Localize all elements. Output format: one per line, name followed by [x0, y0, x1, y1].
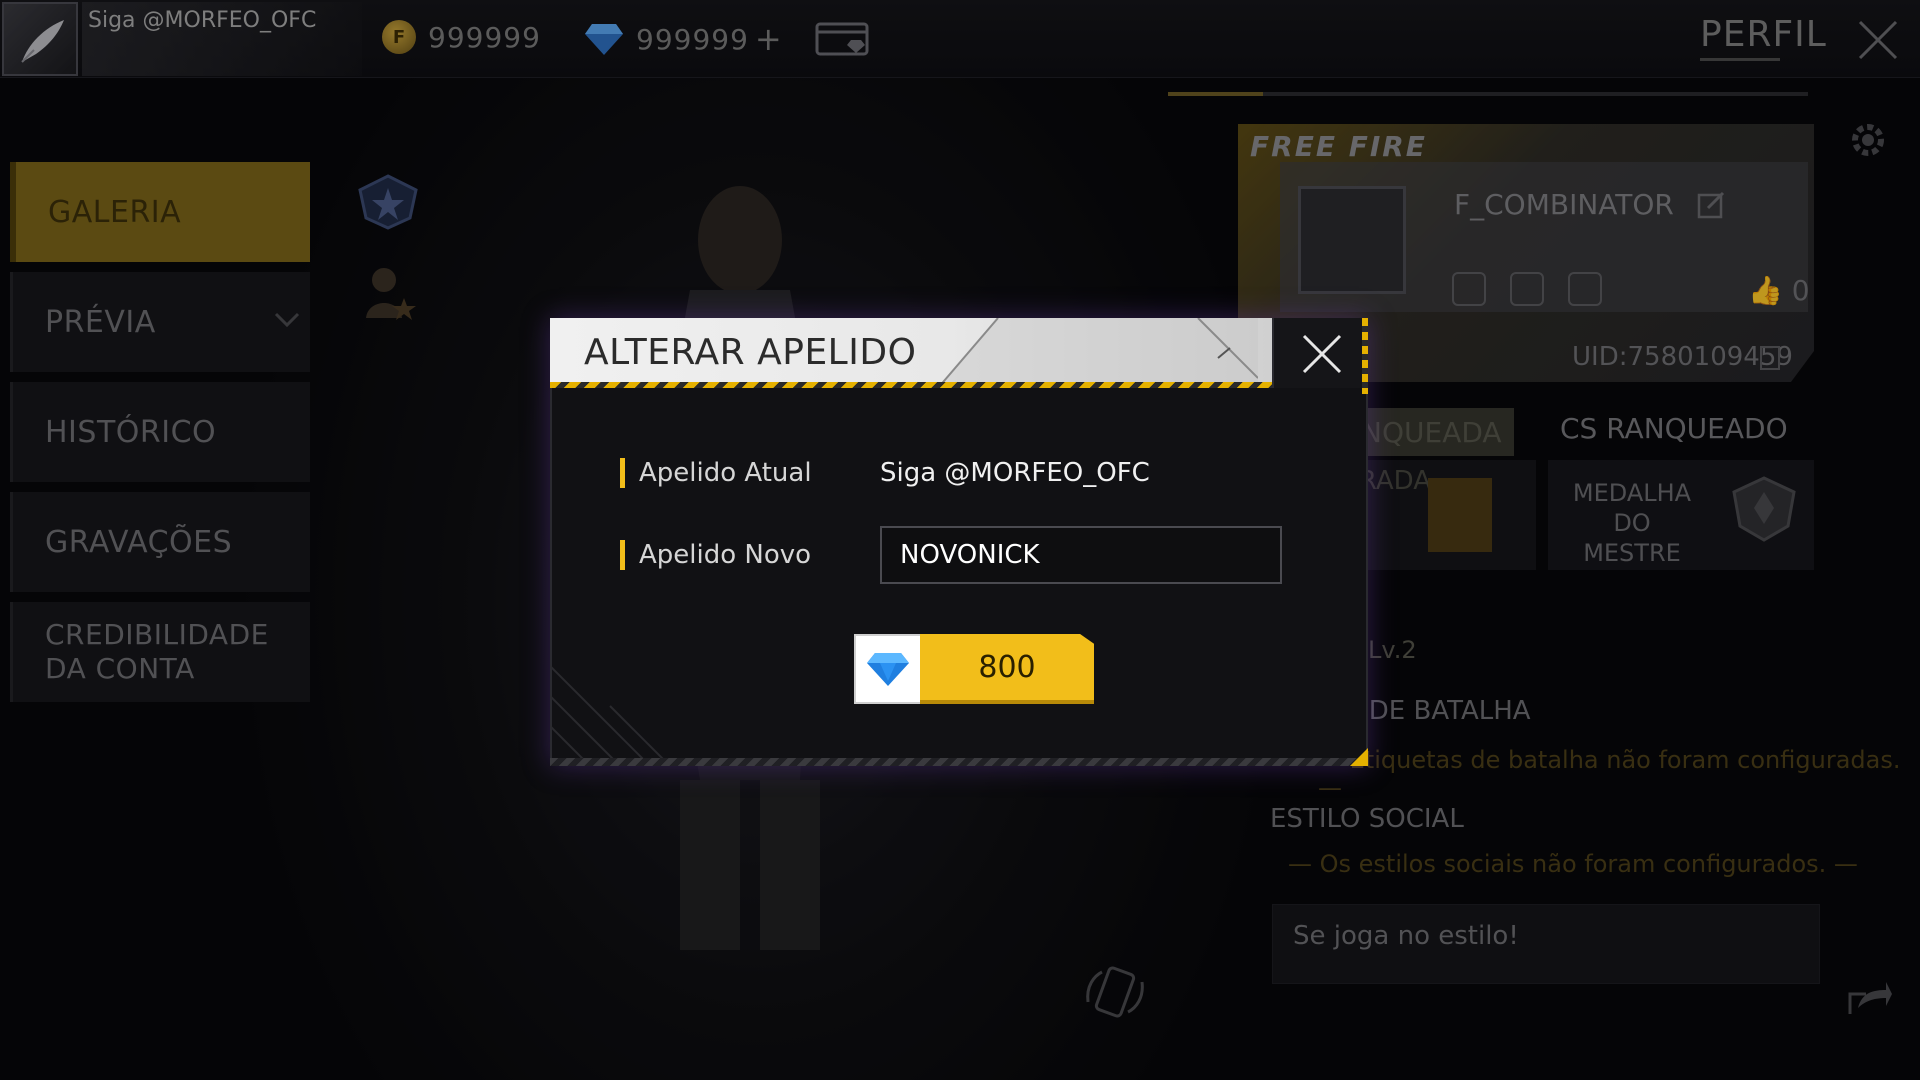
dialog-bottom-border — [550, 758, 1368, 766]
price-label: 800 — [920, 634, 1094, 704]
current-nickname-label: Apelido Atual — [639, 458, 812, 488]
close-dialog-button[interactable] — [1272, 318, 1368, 394]
new-nickname-label: Apelido Novo — [639, 540, 812, 570]
accent-bar — [620, 540, 625, 570]
diamond-price-icon-box — [854, 634, 922, 704]
close-stripe — [1362, 318, 1368, 394]
close-icon — [1302, 334, 1342, 374]
accent-bar — [620, 458, 625, 488]
dialog-header: ALTERAR APELIDO — [550, 318, 1272, 388]
current-nickname-row: Apelido Atual — [620, 458, 812, 488]
current-nickname-value: Siga @MORFEO_OFC — [880, 458, 1150, 488]
corner-accent — [1350, 748, 1368, 766]
diamond-icon — [867, 653, 909, 686]
header-decoration — [938, 318, 1258, 388]
change-nickname-dialog: ALTERAR APELIDO Apelido Atual Siga @MORF… — [550, 318, 1368, 766]
corner-decoration — [550, 665, 671, 766]
confirm-payment-button[interactable]: 800 — [854, 634, 1094, 704]
new-nickname-row: Apelido Novo — [620, 540, 811, 570]
dialog-title: ALTERAR APELIDO — [584, 332, 917, 373]
new-nickname-input[interactable] — [880, 526, 1282, 584]
